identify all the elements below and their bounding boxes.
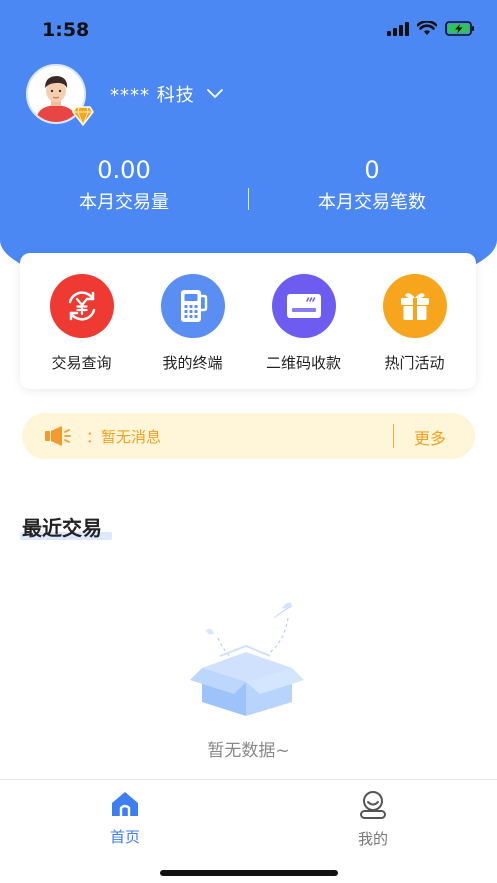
function-qr-payment[interactable]: 二维码收款 — [252, 253, 356, 389]
cellular-signal-icon — [387, 21, 409, 36]
stat-monthly-count[interactable]: 0 本月交易笔数 — [262, 156, 482, 214]
notice-more-link[interactable]: 更多 — [414, 425, 446, 449]
exchange-yen-icon — [49, 274, 114, 338]
function-label: 交易查询 — [51, 354, 112, 372]
notice-text: ：暂无消息 — [86, 427, 162, 446]
status-icons — [387, 21, 475, 36]
profile-header[interactable]: **** 科技 — [26, 64, 223, 126]
company-name: **** 科技 — [110, 85, 195, 106]
battery-charging-icon — [445, 21, 474, 36]
card-icon — [271, 274, 336, 338]
tab-label: 我的 — [357, 830, 388, 848]
function-grid: 交易查询 我的终端 二维码收款 热门活动 — [20, 253, 476, 389]
empty-state-text: 暂无数据~ — [207, 741, 290, 761]
empty-box-icon — [189, 602, 304, 716]
tab-label: 首页 — [109, 828, 140, 846]
stat-monthly-volume[interactable]: 0.00 本月交易量 — [14, 156, 234, 214]
tab-mine[interactable]: 我的 — [323, 790, 423, 849]
chevron-down-icon — [206, 89, 223, 98]
wifi-icon — [417, 21, 437, 35]
stat-label: 本月交易量 — [79, 192, 169, 213]
stat-value: 0.00 — [97, 156, 151, 184]
empty-state: 暂无数据~ — [0, 596, 497, 761]
function-hot-events[interactable]: 热门活动 — [363, 253, 467, 389]
stat-value: 0 — [364, 156, 380, 184]
pos-terminal-icon — [160, 274, 225, 338]
function-label: 二维码收款 — [265, 354, 341, 372]
vip-diamond-icon — [72, 106, 94, 126]
status-time: 1:58 — [42, 19, 90, 41]
function-label: 我的终端 — [162, 354, 223, 372]
function-label: 热门活动 — [384, 354, 445, 372]
home-icon — [112, 792, 138, 816]
stat-divider — [248, 188, 249, 210]
stat-label: 本月交易笔数 — [318, 192, 426, 213]
function-my-terminal[interactable]: 我的终端 — [141, 253, 245, 389]
function-transaction-query[interactable]: 交易查询 — [30, 253, 134, 389]
company-selector[interactable]: **** 科技 — [110, 81, 223, 107]
user-icon — [360, 791, 386, 819]
notice-bar[interactable]: ：暂无消息 更多 — [22, 413, 475, 459]
bottom-tab-bar: 首页 我的 — [0, 779, 497, 883]
status-bar: 1:58 — [0, 0, 497, 58]
tab-home[interactable]: 首页 — [75, 790, 175, 847]
section-title: 最近交易 — [22, 516, 102, 540]
gift-icon — [382, 274, 447, 338]
megaphone-icon — [45, 426, 71, 446]
notice-divider — [393, 424, 394, 448]
home-indicator — [160, 870, 338, 876]
avatar[interactable] — [26, 64, 94, 126]
